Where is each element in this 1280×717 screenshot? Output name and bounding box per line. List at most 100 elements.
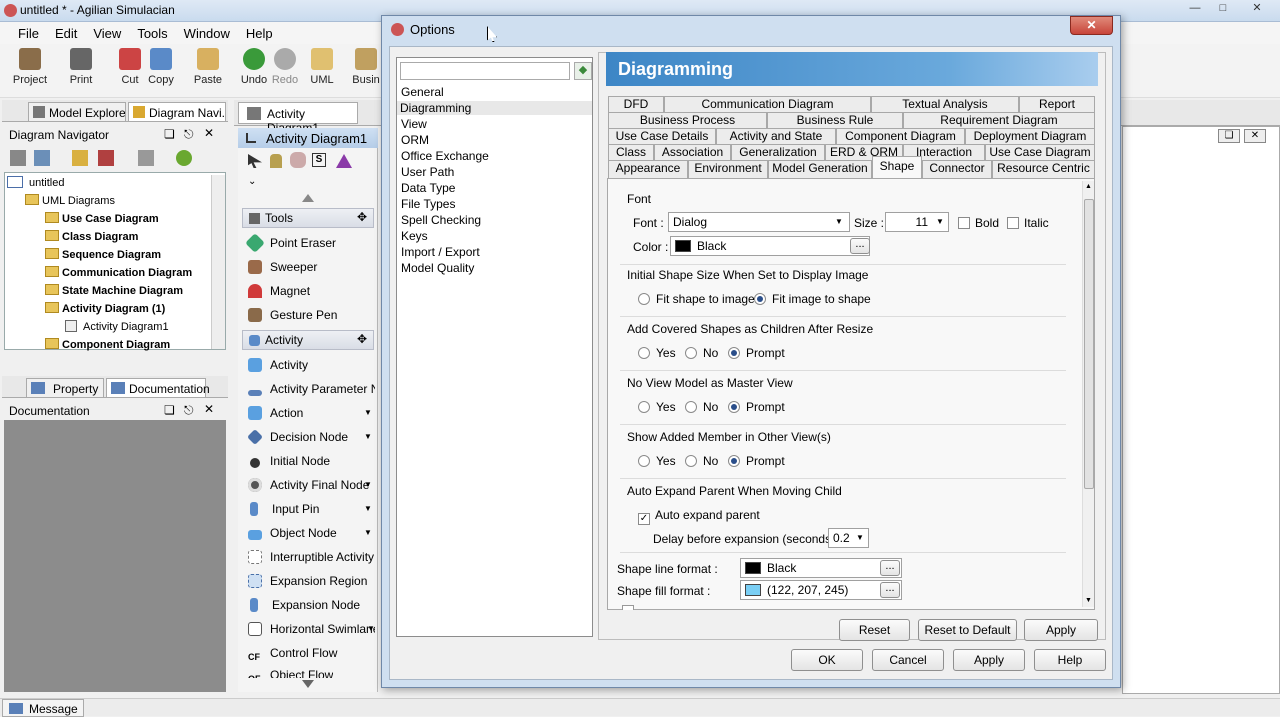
tree-item-activity-diagram1[interactable]: Activity Diagram1 [65,320,169,333]
tab-class[interactable]: Class [608,144,654,160]
tab-use-case-diagram[interactable]: Use Case Diagram [985,144,1095,160]
covered-no-radio[interactable]: No [685,346,718,360]
menu-help[interactable]: Help [238,22,281,41]
palette-item[interactable]: Object Node ▼ [248,526,372,540]
reset-to-default-button[interactable]: Reset to Default [918,619,1017,641]
palette-item[interactable]: Activity Parameter No [248,382,375,396]
scroll-up-icon[interactable]: ▲ [1085,183,1092,190]
menu-edit[interactable]: Edit [47,22,85,41]
restore-button[interactable]: ❏ [1218,129,1240,143]
cut-button[interactable]: Cut [116,48,144,86]
color-browse-button[interactable]: ... [850,238,870,254]
message-tab[interactable]: Message [2,699,84,717]
palette-item[interactable]: Decision Node ▼ [247,429,372,445]
fit-shape-radio[interactable]: Fit shape to image [638,292,755,306]
activity-section-header[interactable]: Activity ✥ [242,330,374,350]
tab-model-explorer[interactable]: Model Explorer [28,102,126,122]
menu-tools[interactable]: Tools [129,22,175,41]
tab-resource-centric[interactable]: Resource Centric [992,160,1095,178]
dropdown-arrow-icon[interactable]: ▼ [364,408,372,417]
nav-item-import-export[interactable]: Import / Export [401,245,480,259]
menu-view[interactable]: View [85,22,129,41]
close-editor-button[interactable]: ✕ [1244,129,1266,143]
italic-checkbox[interactable]: Italic [1007,216,1049,230]
tools-section-header[interactable]: Tools ✥ [242,208,374,228]
copy-button[interactable]: Copy [146,48,176,86]
sticky-note-icon[interactable]: S [312,153,326,167]
documentation-area[interactable] [4,420,226,692]
tab-report[interactable]: Report [1019,96,1095,112]
tab-environment[interactable]: Environment [688,160,768,178]
refresh-icon[interactable] [176,150,192,166]
covered-prompt-radio[interactable]: Prompt [728,346,785,360]
tab-textual-analysis[interactable]: Textual Analysis [871,96,1019,112]
noview-no-radio[interactable]: No [685,400,718,414]
dropdown-arrow-icon[interactable]: ▼ [364,528,372,537]
noview-yes-radio[interactable]: Yes [638,400,676,414]
fit-image-radio[interactable]: Fit image to shape [754,292,871,306]
dropdown-arrow-icon[interactable]: ▼ [364,480,372,489]
menu-file[interactable]: File [0,22,47,41]
restore-icon[interactable]: ❏ [164,403,175,417]
palette-item[interactable]: Horizontal Swimlane [248,622,375,636]
auto-expand-checkbox[interactable]: ✓ Auto expand parent [638,508,760,525]
palette-item[interactable]: Activity Final Node ▼ [248,478,372,492]
line-format-field[interactable]: Black [740,558,902,578]
palette-item[interactable]: Activity [248,358,308,372]
section-move-icon[interactable]: ✥ [357,332,367,346]
tab-property[interactable]: Property [26,378,104,398]
palette-item[interactable]: OFObject Flow [248,668,333,678]
folder-icon[interactable] [72,150,88,166]
clipped-checkbox[interactable] [622,605,634,610]
noview-prompt-radio[interactable]: Prompt [728,400,785,414]
print-button[interactable]: Print [64,48,98,86]
tab-communication-diagram[interactable]: Communication Diagram [664,96,871,112]
expand-toolbar-icon[interactable]: ⌄ [248,176,256,187]
tab-documentation[interactable]: Documentation [106,378,210,398]
palette-item[interactable]: Point Eraser [245,233,336,253]
tab-requirement-diagram[interactable]: Requirement Diagram [903,112,1095,128]
paste-button[interactable]: Paste [192,48,224,86]
close-button[interactable]: ✕ [1238,0,1276,18]
tab-deployment-diagram[interactable]: Deployment Diagram [965,128,1095,144]
tab-generalization[interactable]: Generalization [731,144,825,160]
nav-item-spell-checking[interactable]: Spell Checking [401,213,481,227]
palette-item[interactable]: Expansion Node [248,598,360,612]
undo-button[interactable]: Undo [240,48,268,86]
pin-icon[interactable]: ⎋ [184,127,194,142]
dialog-close-button[interactable]: ✕ [1070,16,1113,35]
shape-icon[interactable] [336,154,352,168]
palette-item[interactable]: Input Pin ▼ [248,502,372,516]
close-icon[interactable]: ✕ [204,402,214,416]
help-button[interactable]: Help [1034,649,1106,671]
scroll-down-icon[interactable] [302,680,314,688]
palette-item[interactable]: CF Control Flow [248,646,337,666]
palette-item[interactable]: Interruptible Activity I [248,550,375,564]
tab-activity-and-state[interactable]: Activity and State [716,128,836,144]
tree-item[interactable]: Sequence Diagram [45,248,161,261]
tree-item[interactable]: Component Diagram [45,338,170,351]
palette-item[interactable]: Gesture Pen [248,308,337,322]
nav-item-file-types[interactable]: File Types [401,197,455,211]
palette-item[interactable]: Action ▼ [248,406,372,420]
nav-item-data-type[interactable]: Data Type [401,181,455,195]
search-icon[interactable]: ◆ [574,62,592,80]
tab-dfd[interactable]: DFD [608,96,664,112]
size-select[interactable]: 11 ▼ [885,212,949,232]
diagram-canvas[interactable] [1122,126,1280,694]
cancel-button[interactable]: Cancel [872,649,944,671]
nav-item-model-quality[interactable]: Model Quality [401,261,474,275]
tab-business-process[interactable]: Business Process [608,112,767,128]
redo-button[interactable]: Redo [270,48,300,86]
tree-root[interactable]: untitled [7,176,64,189]
content-scrollbar[interactable]: ▲ ▼ [1082,181,1094,607]
line-format-browse-button[interactable]: ... [880,560,900,576]
tab-appearance[interactable]: Appearance [608,160,688,178]
filter-icon[interactable] [34,150,50,166]
nav-item-user-path[interactable]: User Path [401,165,454,179]
fill-format-field[interactable]: (122, 207, 245) [740,580,902,600]
tab-association[interactable]: Association [654,144,731,160]
maximize-button[interactable]: □ [1210,0,1236,18]
added-yes-radio[interactable]: Yes [638,454,676,468]
close-icon[interactable]: ✕ [204,126,214,140]
